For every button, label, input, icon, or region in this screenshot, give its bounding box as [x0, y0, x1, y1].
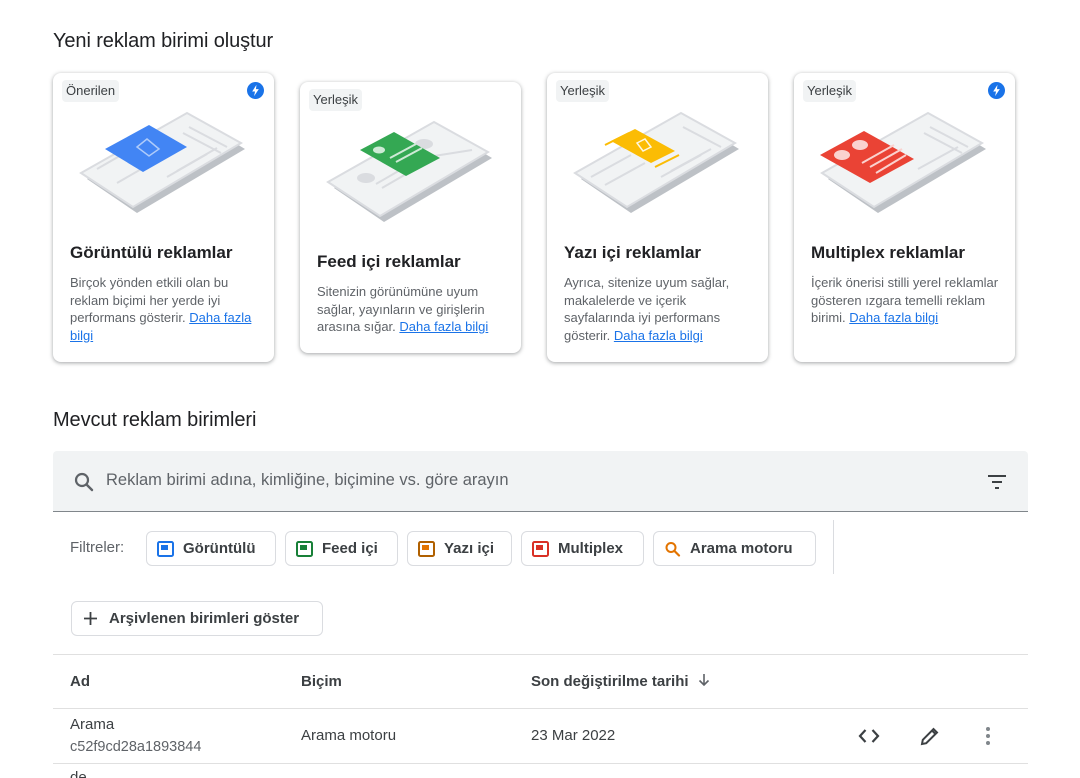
display-ad-illustration	[79, 111, 245, 213]
lightning-bolt-icon	[988, 82, 1005, 99]
built-in-chip: Yerleşik	[309, 89, 363, 111]
table-top-divider	[53, 654, 1028, 655]
plus-icon	[84, 612, 97, 625]
filters-divider	[833, 520, 834, 574]
display-ads-card[interactable]: Önerilen Görüntülü reklamlar Birçok yönd…	[53, 73, 274, 362]
row-name: Arama	[70, 716, 115, 733]
card-title: Yazı içi reklamlar	[564, 243, 702, 262]
row-format: Arama motoru	[301, 727, 397, 744]
built-in-chip: Yerleşik	[556, 80, 610, 102]
filter-chip-display[interactable]: Görüntülü	[146, 531, 276, 566]
learn-more-link[interactable]: Daha fazla bilgi	[614, 328, 703, 343]
filters-label: Filtreler:	[70, 539, 125, 556]
search-bar[interactable]: Reklam birimi adına, kimliğine, biçimine…	[53, 451, 1028, 512]
learn-more-link[interactable]: Daha fazla bilgi	[849, 310, 938, 325]
existing-section-title: Mevcut reklam birimleri	[53, 409, 257, 431]
in-article-format-icon	[418, 541, 435, 557]
column-header-name[interactable]: Ad	[70, 673, 90, 690]
display-format-icon	[157, 541, 174, 557]
column-header-modified[interactable]: Son değiştirilme tarihi	[531, 673, 689, 690]
filter-chip-search-engine[interactable]: Arama motoru	[653, 531, 816, 566]
built-in-chip: Yerleşik	[803, 80, 857, 102]
in-feed-ads-card[interactable]: Yerleşik Feed içi reklamlar Sitenizin gö…	[300, 82, 521, 353]
create-section-title: Yeni reklam birimi oluştur	[53, 30, 274, 52]
more-vert-icon[interactable]	[976, 724, 1000, 748]
multiplex-ads-card[interactable]: Yerleşik Multiplex reklamlar İçerik öner…	[794, 73, 1015, 362]
filter-chip-in-article[interactable]: Yazı içi	[407, 531, 512, 566]
filter-icon[interactable]	[985, 470, 1009, 494]
card-title: Görüntülü reklamlar	[70, 243, 233, 262]
row-name: de	[70, 769, 87, 778]
edit-pencil-icon[interactable]	[918, 724, 942, 748]
in-feed-ad-illustration	[326, 120, 492, 222]
row-id: c52f9cd28a1893844	[70, 739, 202, 755]
show-archived-button[interactable]: Arşivlenen birimleri göster	[71, 601, 323, 636]
learn-more-link[interactable]: Daha fazla bilgi	[399, 319, 488, 334]
row-divider	[53, 763, 1028, 764]
card-title: Multiplex reklamlar	[811, 243, 966, 262]
card-description: Sitenizin görünümüne uyum sağlar, yayınl…	[317, 284, 489, 335]
sort-descending-icon[interactable]	[696, 672, 712, 688]
header-divider	[53, 708, 1028, 709]
multiplex-format-icon	[532, 541, 549, 557]
multiplex-ad-illustration	[820, 111, 986, 213]
row-modified: 23 Mar 2022	[531, 727, 616, 744]
in-article-ads-card[interactable]: Yerleşik Yazı içi reklamlar Ayrıca, site…	[547, 73, 768, 362]
card-title: Feed içi reklamlar	[317, 252, 461, 271]
card-description: Ayrıca, sitenize uyum sağlar, makalelerd…	[564, 275, 730, 343]
search-icon	[74, 472, 94, 492]
search-engine-icon	[665, 542, 681, 557]
filter-chip-in-feed[interactable]: Feed içi	[285, 531, 398, 566]
filter-chip-multiplex[interactable]: Multiplex	[521, 531, 644, 566]
column-header-format[interactable]: Biçim	[301, 673, 342, 690]
lightning-bolt-icon	[247, 82, 264, 99]
in-feed-format-icon	[296, 541, 313, 557]
code-icon[interactable]	[857, 724, 881, 748]
card-description: İçerik önerisi stilli yerel reklamlar gö…	[811, 275, 999, 326]
search-input[interactable]: Reklam birimi adına, kimliğine, biçimine…	[106, 471, 509, 490]
in-article-ad-illustration	[573, 111, 739, 213]
recommended-chip: Önerilen	[62, 80, 120, 102]
card-description: Birçok yönden etkili olan bu reklam biçi…	[70, 275, 252, 343]
